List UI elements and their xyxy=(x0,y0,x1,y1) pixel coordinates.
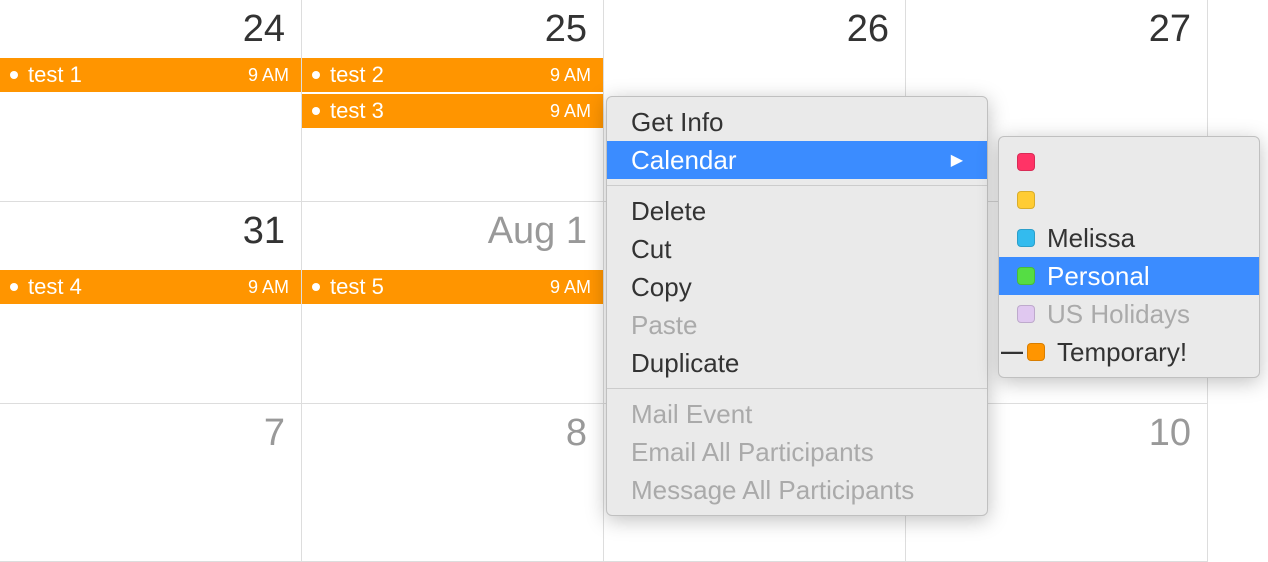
menu-item-cut[interactable]: Cut xyxy=(607,230,987,268)
submenu-item-melissa[interactable]: Melissa xyxy=(999,219,1259,257)
day-number: 31 xyxy=(243,210,285,253)
menu-item-email-all-participants: Email All Participants xyxy=(607,433,987,471)
events-container: test 5 9 AM xyxy=(302,270,603,306)
event-dot-icon xyxy=(312,107,320,115)
event-time: 9 AM xyxy=(550,277,591,298)
menu-divider xyxy=(607,185,987,186)
day-number: 10 xyxy=(1149,412,1191,455)
event-left: test 4 xyxy=(10,274,82,300)
menu-item-label: Cut xyxy=(631,234,671,265)
menu-item-label: Copy xyxy=(631,272,692,303)
calendar-event[interactable]: test 3 9 AM xyxy=(302,94,603,128)
calendar-event[interactable]: test 2 9 AM xyxy=(302,58,603,92)
event-time: 9 AM xyxy=(550,101,591,122)
event-time: 9 AM xyxy=(550,65,591,86)
day-cell[interactable]: 8 xyxy=(302,404,604,562)
submenu-item-us-holidays: US Holidays xyxy=(999,295,1259,333)
color-swatch-icon xyxy=(1017,229,1035,247)
menu-item-paste: Paste xyxy=(607,306,987,344)
menu-item-message-all-participants: Message All Participants xyxy=(607,471,987,509)
day-cell[interactable]: 24 test 1 9 AM xyxy=(0,0,302,202)
color-swatch-icon xyxy=(1017,191,1035,209)
day-cell[interactable]: 31 test 4 9 AM xyxy=(0,202,302,404)
color-swatch-icon xyxy=(1027,343,1045,361)
menu-item-label: Paste xyxy=(631,310,698,341)
color-swatch-icon xyxy=(1017,305,1035,323)
submenu-item-label: Melissa xyxy=(1047,223,1135,254)
check-icon: — xyxy=(1001,339,1015,365)
menu-item-label: Email All Participants xyxy=(631,437,874,468)
event-dot-icon xyxy=(10,283,18,291)
event-left: test 3 xyxy=(312,98,384,124)
menu-item-label: Calendar xyxy=(631,145,737,176)
event-dot-icon xyxy=(312,71,320,79)
menu-item-copy[interactable]: Copy xyxy=(607,268,987,306)
submenu-item-label: US Holidays xyxy=(1047,299,1190,330)
submenu-item-temporary[interactable]: — Temporary! xyxy=(999,333,1259,371)
event-title: test 1 xyxy=(28,62,82,88)
event-title: test 3 xyxy=(330,98,384,124)
submenu-item-label: Temporary! xyxy=(1057,337,1187,368)
menu-item-mail-event: Mail Event xyxy=(607,395,987,433)
color-swatch-icon xyxy=(1017,153,1035,171)
submenu-item-personal[interactable]: Personal xyxy=(999,257,1259,295)
day-number: Aug 1 xyxy=(488,210,587,253)
event-title: test 4 xyxy=(28,274,82,300)
event-left: test 1 xyxy=(10,62,82,88)
color-swatch-icon xyxy=(1017,267,1035,285)
calendar-event[interactable]: test 1 9 AM xyxy=(0,58,301,92)
events-container: test 1 9 AM xyxy=(0,58,301,94)
day-number: 8 xyxy=(566,412,587,455)
menu-item-get-info[interactable]: Get Info xyxy=(607,103,987,141)
context-menu: Get Info Calendar ▶ Delete Cut Copy Paste Dupli… xyxy=(606,96,988,516)
menu-item-label: Delete xyxy=(631,196,706,227)
day-cell[interactable]: 25 test 2 9 AM test 3 9 AM xyxy=(302,0,604,202)
day-number: 26 xyxy=(847,8,889,51)
menu-item-delete[interactable]: Delete xyxy=(607,192,987,230)
calendar-event[interactable]: test 5 9 AM xyxy=(302,270,603,304)
menu-divider xyxy=(607,388,987,389)
day-number: 25 xyxy=(545,8,587,51)
event-time: 9 AM xyxy=(248,65,289,86)
menu-item-label: Duplicate xyxy=(631,348,739,379)
events-container: test 2 9 AM test 3 9 AM xyxy=(302,58,603,130)
events-container: test 4 9 AM xyxy=(0,270,301,306)
menu-item-calendar[interactable]: Calendar ▶ xyxy=(607,141,987,179)
submenu-arrow-icon: ▶ xyxy=(951,150,963,170)
submenu-item-yellow[interactable] xyxy=(999,181,1259,219)
day-cell[interactable]: Aug 1 test 5 9 AM xyxy=(302,202,604,404)
event-title: test 2 xyxy=(330,62,384,88)
day-number: 27 xyxy=(1149,8,1191,51)
menu-item-label: Message All Participants xyxy=(631,475,914,506)
day-number: 24 xyxy=(243,8,285,51)
event-time: 9 AM xyxy=(248,277,289,298)
event-dot-icon xyxy=(312,283,320,291)
day-cell[interactable]: 7 xyxy=(0,404,302,562)
event-left: test 2 xyxy=(312,62,384,88)
calendar-event[interactable]: test 4 9 AM xyxy=(0,270,301,304)
menu-item-label: Mail Event xyxy=(631,399,752,430)
calendar-submenu: Melissa Personal US Holidays — Temporary! xyxy=(998,136,1260,378)
event-left: test 5 xyxy=(312,274,384,300)
menu-item-label: Get Info xyxy=(631,107,724,138)
submenu-item-pink[interactable] xyxy=(999,143,1259,181)
event-title: test 5 xyxy=(330,274,384,300)
event-dot-icon xyxy=(10,71,18,79)
menu-item-duplicate[interactable]: Duplicate xyxy=(607,344,987,382)
submenu-item-label: Personal xyxy=(1047,261,1150,292)
day-number: 7 xyxy=(264,412,285,455)
